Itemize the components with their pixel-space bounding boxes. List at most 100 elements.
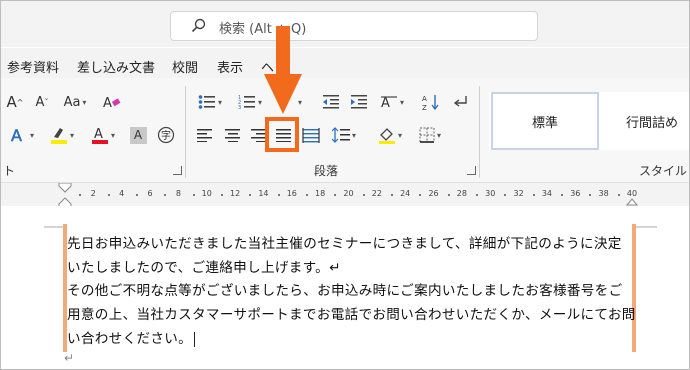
ruler-tick xyxy=(419,194,422,196)
svg-text:A: A xyxy=(11,126,22,144)
ruler-tick xyxy=(305,194,308,196)
svg-text:Z: Z xyxy=(422,104,427,111)
ruler-number: 22 xyxy=(371,189,382,198)
ruler-number: 8 xyxy=(175,189,181,198)
ruler-tick xyxy=(249,194,252,196)
ruler-number: 16 xyxy=(286,189,297,198)
svg-text:A: A xyxy=(103,96,112,110)
document-page[interactable]: 先日お申込みいただきました当社主催のセミナーにつきまして、詳細が下記のように決定… xyxy=(1,206,689,369)
text-effects-button[interactable]: A ▾ xyxy=(4,124,40,146)
highlight-color-button[interactable]: ▾ xyxy=(46,124,78,146)
group-separator xyxy=(185,86,186,178)
ruler-tick xyxy=(532,194,535,196)
tab-references[interactable]: 参考資料 xyxy=(7,57,59,76)
tab-view[interactable]: 表示 xyxy=(217,57,243,76)
doc-line-5: い合わせください。 xyxy=(67,327,196,347)
svg-text:A: A xyxy=(381,96,390,110)
distribute-icon[interactable] xyxy=(299,124,323,146)
asian-layout-button[interactable]: A ▾ xyxy=(375,92,409,112)
ruler-tick xyxy=(476,194,479,196)
line-spacing-button[interactable]: ▾ xyxy=(327,124,361,146)
ruler-tick xyxy=(617,194,620,196)
ruler-number: 30 xyxy=(485,189,496,198)
grow-font-button[interactable]: A ^ xyxy=(4,92,26,112)
style-no-spacing[interactable]: 行間詰め xyxy=(607,92,690,150)
search-box[interactable]: 検索 (Alt + Q) xyxy=(170,11,538,41)
sort-icon[interactable]: AZ xyxy=(419,92,443,112)
shrink-font-label: A xyxy=(35,94,45,110)
doc-line-5-text: い合わせください。 xyxy=(67,331,193,347)
grow-font-label: A xyxy=(6,93,17,111)
group-separator xyxy=(479,86,480,178)
horizontal-ruler[interactable]: 2 4 6 8 10 12 14 16 18 20 22 24 26 28 30 32 34 36 38 40 xyxy=(1,182,689,207)
bullets-button[interactable]: ▾ xyxy=(193,92,227,112)
styles-group-label: スタイル xyxy=(639,164,688,178)
doc-line-4: 用意の上、当社カスタマーサポートまでお電話でお問い合わせいただくか、メールにてお… xyxy=(67,307,636,323)
ruler-number: 6 xyxy=(147,189,153,198)
ruler-number: 38 xyxy=(598,189,609,198)
decrease-indent-icon[interactable] xyxy=(319,92,343,112)
ruler-number: 36 xyxy=(570,189,581,198)
enclose-char-button[interactable]: 字 xyxy=(155,124,177,146)
text-cursor xyxy=(194,331,196,347)
right-indent-bar xyxy=(632,224,636,352)
crop-mark-right xyxy=(635,226,657,228)
clear-format-icon[interactable]: A xyxy=(101,92,123,112)
numbering-button[interactable]: 1 2 3 ▾ xyxy=(233,92,267,112)
styles-gallery: 標準 行間詰め xyxy=(489,92,689,150)
char-shading-icon: A xyxy=(129,126,147,144)
ruler-tick xyxy=(589,194,592,196)
ruler-number: 32 xyxy=(513,189,524,198)
svg-text:A: A xyxy=(94,127,103,142)
ruler-number: 4 xyxy=(119,189,125,198)
ruler-number: 24 xyxy=(400,189,411,198)
ruler-tick xyxy=(79,194,82,196)
shrink-font-button[interactable]: Aˇ xyxy=(31,92,53,112)
paragraph-dialog-launcher-icon[interactable] xyxy=(467,166,476,175)
font-group-label: ト xyxy=(3,164,16,178)
ruler-number: 20 xyxy=(343,189,354,198)
ruler-number: 28 xyxy=(456,189,467,198)
ruler-number: 40 xyxy=(626,189,638,198)
show-marks-icon[interactable] xyxy=(449,92,473,112)
align-left-icon[interactable] xyxy=(193,124,217,146)
ruler-tick xyxy=(561,194,564,196)
ruler-tick xyxy=(135,194,138,196)
justify-highlight-box xyxy=(265,117,299,152)
ruler-tick xyxy=(362,194,365,196)
tab-review[interactable]: 校閲 xyxy=(172,57,198,76)
shading-button[interactable]: ▾ xyxy=(373,124,407,146)
ruler-tick xyxy=(447,194,450,196)
font-dialog-launcher-icon[interactable] xyxy=(173,166,182,175)
doc-line-2: いたしましたので、ご連絡申し上げます。↵ xyxy=(67,260,341,276)
ruler-tick xyxy=(192,194,195,196)
ruler-tick xyxy=(391,194,394,196)
increase-indent-icon[interactable] xyxy=(347,92,371,112)
ruler-tick xyxy=(107,194,110,196)
change-case-label: Aa xyxy=(63,94,81,110)
align-center-icon[interactable] xyxy=(221,124,245,146)
title-bar: 検索 (Alt + Q) xyxy=(1,1,689,47)
doc-line-3: その他ご不明な点等がございましたら、お申込み時にご案内いたしましたお客様番号をご xyxy=(67,283,623,299)
tab-mailings[interactable]: 差し込み文書 xyxy=(77,57,155,76)
borders-button[interactable]: ▾ xyxy=(413,124,447,146)
svg-text:字: 字 xyxy=(161,129,171,142)
svg-text:A: A xyxy=(422,95,427,103)
first-line-indent-marker-icon[interactable] xyxy=(58,183,72,207)
ribbon-tabs: 参考資料 差し込み文書 校閲 表示 ヘ xyxy=(1,48,689,78)
doc-line-1: 先日お申込みいただきました当社主催のセミナーにつきまして、詳細が下記のように決定 xyxy=(67,236,622,252)
change-case-button[interactable]: Aa ▾ xyxy=(59,92,91,112)
ruler-number: 14 xyxy=(258,189,269,198)
ruler-tick xyxy=(277,194,280,196)
char-shading-button[interactable]: A xyxy=(127,124,149,146)
ruler-number: 12 xyxy=(230,189,241,198)
font-color-button[interactable]: A ▾ xyxy=(87,124,119,146)
ruler-number: 10 xyxy=(201,189,212,198)
style-normal[interactable]: 標準 xyxy=(491,92,599,150)
ruler-number: 34 xyxy=(541,189,553,198)
ruler-number: 26 xyxy=(428,189,439,198)
ruler-tick xyxy=(164,194,167,196)
paragraph-mark: ↵ xyxy=(64,351,75,365)
ruler-number: 2 xyxy=(90,189,96,198)
ruler-tick xyxy=(334,194,337,196)
